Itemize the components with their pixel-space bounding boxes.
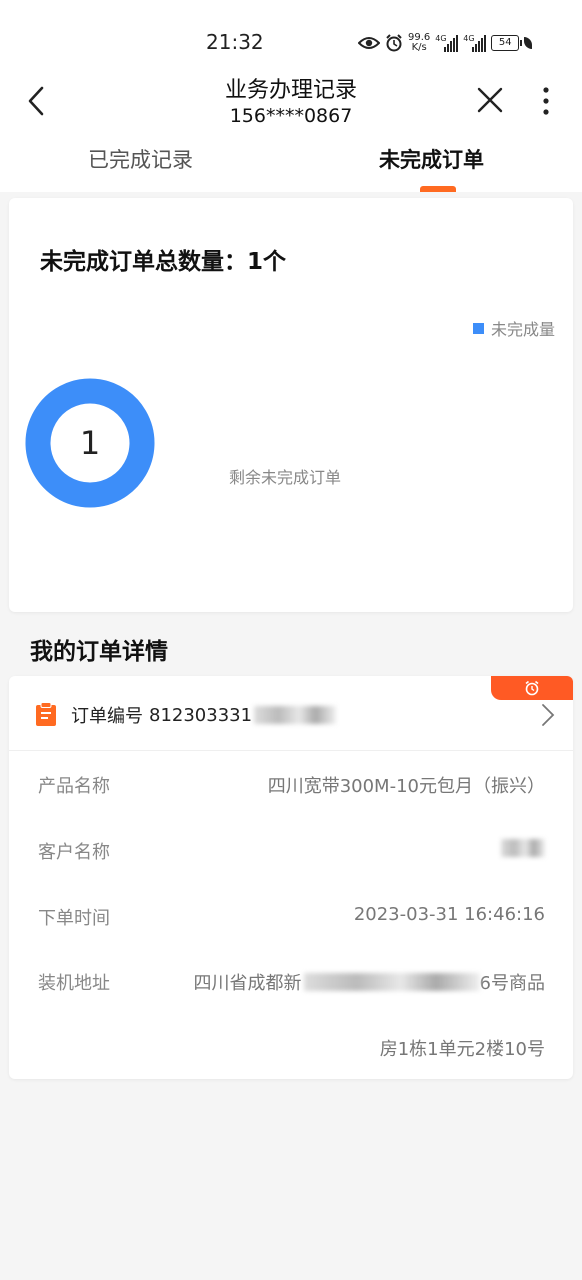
- redacted-order-number: [254, 706, 337, 724]
- section-title: 我的订单详情: [30, 639, 168, 665]
- battery-level: 54: [498, 37, 512, 48]
- install-address-tail: 6号商品: [479, 973, 545, 994]
- battery-icon: 54: [491, 35, 523, 51]
- customer-name-label: 客户名称: [38, 842, 110, 863]
- legend-swatch: [472, 322, 484, 334]
- order-number-label: 订单编号: [71, 706, 143, 727]
- status-time: 21:32: [206, 30, 264, 54]
- signal-2-tag: 4G: [463, 34, 475, 43]
- redacted-address: [303, 973, 480, 991]
- summary-card: 未完成订单总数量：1个 未完成量 1 剩余未完成订单: [9, 198, 573, 612]
- summary-title: 未完成订单总数量：1个: [40, 249, 287, 275]
- order-time-value: 2023-03-31 16:46:16: [353, 904, 545, 925]
- order-number: 订单编号 812303331: [71, 702, 337, 728]
- donut-center-value: 1: [79, 424, 101, 462]
- eye-icon: [358, 37, 380, 49]
- order-header[interactable]: 订单编号 812303331: [9, 676, 573, 751]
- tab-completed-records[interactable]: 已完成记录: [88, 144, 193, 174]
- order-card[interactable]: 订单编号 812303331 产品名称 四川宽带300M-10元包月（振兴） 客…: [9, 676, 573, 1079]
- status-icons: 99.6 K/s 4G 4G 54: [358, 30, 533, 56]
- tab-incomplete-orders[interactable]: 未完成订单: [379, 144, 484, 174]
- alarm-icon: [386, 34, 402, 52]
- donut-caption: 剩余未完成订单: [229, 468, 342, 487]
- close-button[interactable]: [474, 84, 506, 116]
- network-speed: 99.6 K/s: [408, 33, 430, 53]
- alarm-clock-icon: [525, 680, 539, 696]
- order-number-value: 812303331: [149, 704, 253, 726]
- clipboard-icon: [36, 702, 56, 726]
- install-address-label: 装机地址: [38, 973, 110, 994]
- chevron-right-icon[interactable]: [541, 703, 555, 727]
- install-address-value: 四川省成都新 6号商品: [194, 969, 545, 995]
- top-area: 21:32 99.6 K/s 4G 4G 54 业务办理记录 156****08…: [0, 0, 582, 192]
- signal-1-icon: 4G: [435, 34, 459, 52]
- leaf-icon: [524, 37, 533, 49]
- more-options-button[interactable]: [534, 84, 558, 118]
- product-name-label: 产品名称: [38, 776, 110, 797]
- signal-1-tag: 4G: [435, 34, 447, 43]
- network-speed-unit: K/s: [411, 42, 427, 53]
- order-time-label: 下单时间: [38, 908, 110, 929]
- active-tab-indicator: [420, 186, 456, 192]
- order-alarm-badge: [491, 676, 573, 700]
- signal-2-icon: 4G: [463, 34, 487, 52]
- product-name-value: 四川宽带300M-10元包月（振兴）: [267, 776, 545, 797]
- install-address-start: 四川省成都新: [193, 973, 302, 994]
- chart-legend: 未完成量: [472, 316, 555, 340]
- customer-name-value: [499, 839, 545, 857]
- install-address-line2: 房1栋1单元2楼10号: [379, 1039, 545, 1060]
- legend-label: 未完成量: [490, 320, 555, 339]
- redacted-customer-name: [501, 839, 545, 857]
